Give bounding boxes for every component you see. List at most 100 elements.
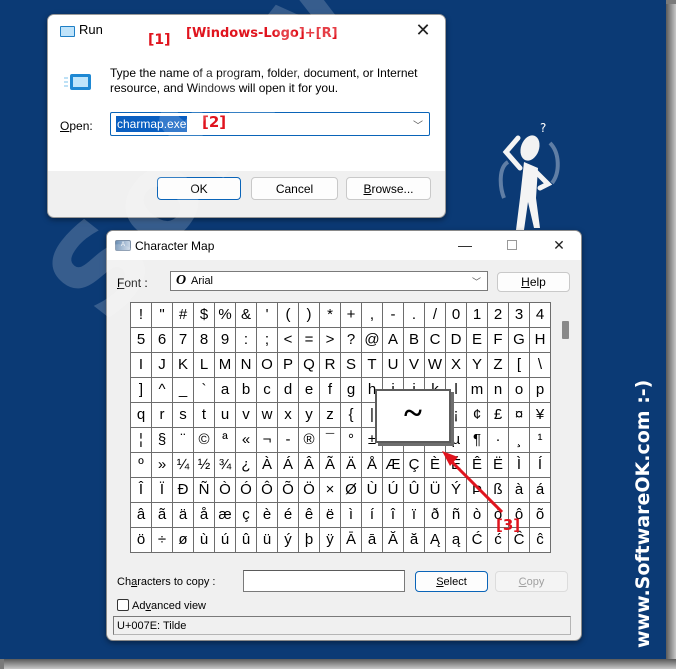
character-cell[interactable]: 6 bbox=[152, 328, 173, 353]
character-cell[interactable]: c bbox=[257, 378, 278, 403]
character-cell[interactable]: U bbox=[383, 353, 404, 378]
character-cell[interactable]: X bbox=[446, 353, 467, 378]
character-cell[interactable]: Ë bbox=[488, 453, 509, 478]
character-cell[interactable]: ß bbox=[488, 478, 509, 503]
character-cell[interactable]: « bbox=[236, 428, 257, 453]
character-cell[interactable]: ê bbox=[299, 503, 320, 528]
character-cell[interactable]: T bbox=[362, 353, 383, 378]
character-cell[interactable]: ¶ bbox=[467, 428, 488, 453]
character-cell[interactable]: Ù bbox=[362, 478, 383, 503]
character-cell[interactable]: 1 bbox=[467, 303, 488, 328]
character-cell[interactable]: Ç bbox=[404, 453, 425, 478]
character-cell[interactable]: - bbox=[383, 303, 404, 328]
close-icon[interactable]: ✕ bbox=[544, 235, 574, 255]
character-cell[interactable]: õ bbox=[530, 503, 551, 528]
character-cell[interactable]: 2 bbox=[488, 303, 509, 328]
character-cell[interactable]: Ä bbox=[341, 453, 362, 478]
character-cell[interactable]: ^ bbox=[152, 378, 173, 403]
character-cell[interactable]: þ bbox=[299, 528, 320, 553]
character-cell[interactable]: º bbox=[131, 453, 152, 478]
chevron-down-icon[interactable]: ﹀ bbox=[413, 117, 423, 132]
character-cell[interactable]: Ă bbox=[383, 528, 404, 553]
character-cell[interactable]: ( bbox=[278, 303, 299, 328]
character-cell[interactable]: ¨ bbox=[173, 428, 194, 453]
character-cell[interactable]: B bbox=[404, 328, 425, 353]
character-cell[interactable]: G bbox=[509, 328, 530, 353]
character-cell[interactable]: V bbox=[404, 353, 425, 378]
grid-scrollbar-thumb[interactable] bbox=[562, 321, 569, 339]
character-cell[interactable]: x bbox=[278, 403, 299, 428]
character-cell[interactable]: ¢ bbox=[467, 403, 488, 428]
character-cell[interactable]: { bbox=[341, 403, 362, 428]
character-cell[interactable]: ¹ bbox=[530, 428, 551, 453]
character-cell[interactable]: I bbox=[131, 353, 152, 378]
character-cell[interactable]: @ bbox=[362, 328, 383, 353]
character-cell[interactable]: z bbox=[320, 403, 341, 428]
character-cell[interactable]: - bbox=[278, 428, 299, 453]
character-cell[interactable]: û bbox=[236, 528, 257, 553]
character-cell[interactable]: ' bbox=[257, 303, 278, 328]
character-cell[interactable]: > bbox=[320, 328, 341, 353]
character-cell[interactable]: w bbox=[257, 403, 278, 428]
close-icon[interactable]: ✕ bbox=[409, 18, 437, 42]
character-cell[interactable]: + bbox=[341, 303, 362, 328]
character-cell[interactable]: ã bbox=[152, 503, 173, 528]
character-cell[interactable]: ö bbox=[131, 528, 152, 553]
character-cell[interactable]: [ bbox=[509, 353, 530, 378]
character-cell[interactable]: Í bbox=[530, 453, 551, 478]
character-cell[interactable]: H bbox=[530, 328, 551, 353]
character-cell[interactable]: æ bbox=[215, 503, 236, 528]
character-cell[interactable]: C bbox=[425, 328, 446, 353]
character-cell[interactable]: É bbox=[446, 453, 467, 478]
character-cell[interactable]: K bbox=[173, 353, 194, 378]
character-grid[interactable]: ! " # $% & '() * +, -./0 1 2 3 4 5 6 7 8 9:; < = >? @ A B C D E F G H… bbox=[130, 302, 551, 553]
character-cell[interactable]: D bbox=[446, 328, 467, 353]
character-cell[interactable]: á bbox=[530, 478, 551, 503]
character-cell[interactable]: 5 bbox=[131, 328, 152, 353]
character-cell[interactable]: ¬ bbox=[257, 428, 278, 453]
advanced-view-checkbox[interactable]: Advanced view bbox=[117, 599, 206, 612]
character-cell[interactable]: ® bbox=[299, 428, 320, 453]
character-cell[interactable]: Y bbox=[467, 353, 488, 378]
character-cell[interactable]: ? bbox=[341, 328, 362, 353]
character-cell[interactable]: à bbox=[509, 478, 530, 503]
character-cell[interactable]: " bbox=[152, 303, 173, 328]
character-cell[interactable]: × bbox=[320, 478, 341, 503]
character-cell[interactable]: p bbox=[530, 378, 551, 403]
character-cell[interactable]: 0 bbox=[446, 303, 467, 328]
character-cell[interactable]: O bbox=[257, 353, 278, 378]
character-cell[interactable]: Q bbox=[299, 353, 320, 378]
character-cell[interactable]: = bbox=[299, 328, 320, 353]
character-cell[interactable]: P bbox=[278, 353, 299, 378]
checkbox-icon[interactable] bbox=[117, 599, 129, 611]
character-cell[interactable]: ú bbox=[215, 528, 236, 553]
open-combobox[interactable]: charmap.exe [2] ﹀ bbox=[110, 112, 430, 136]
character-cell[interactable]: ½ bbox=[194, 453, 215, 478]
character-cell[interactable]: Z bbox=[488, 353, 509, 378]
character-cell[interactable]: F bbox=[488, 328, 509, 353]
select-button[interactable]: Select bbox=[415, 571, 488, 592]
character-cell[interactable]: ü bbox=[257, 528, 278, 553]
character-cell[interactable]: / bbox=[425, 303, 446, 328]
character-cell[interactable]: y bbox=[299, 403, 320, 428]
character-cell[interactable]: q bbox=[131, 403, 152, 428]
character-cell[interactable]: Ó bbox=[236, 478, 257, 503]
character-cell[interactable]: Ì bbox=[509, 453, 530, 478]
character-cell[interactable]: Ü bbox=[425, 478, 446, 503]
character-cell[interactable]: » bbox=[152, 453, 173, 478]
character-cell[interactable]: u bbox=[215, 403, 236, 428]
character-cell[interactable]: ) bbox=[299, 303, 320, 328]
character-cell[interactable]: è bbox=[257, 503, 278, 528]
character-cell[interactable]: Á bbox=[278, 453, 299, 478]
character-cell[interactable]: Ą bbox=[425, 528, 446, 553]
character-cell[interactable]: Ê bbox=[467, 453, 488, 478]
character-cell[interactable]: m bbox=[467, 378, 488, 403]
character-cell[interactable]: ] bbox=[131, 378, 152, 403]
character-cell[interactable]: g bbox=[341, 378, 362, 403]
font-select[interactable]: O Arial ﹀ bbox=[170, 271, 488, 291]
character-cell[interactable]: Å bbox=[362, 453, 383, 478]
character-cell[interactable]: 9 bbox=[215, 328, 236, 353]
character-cell[interactable]: ¯ bbox=[320, 428, 341, 453]
character-cell[interactable]: & bbox=[236, 303, 257, 328]
character-cell[interactable]: e bbox=[299, 378, 320, 403]
